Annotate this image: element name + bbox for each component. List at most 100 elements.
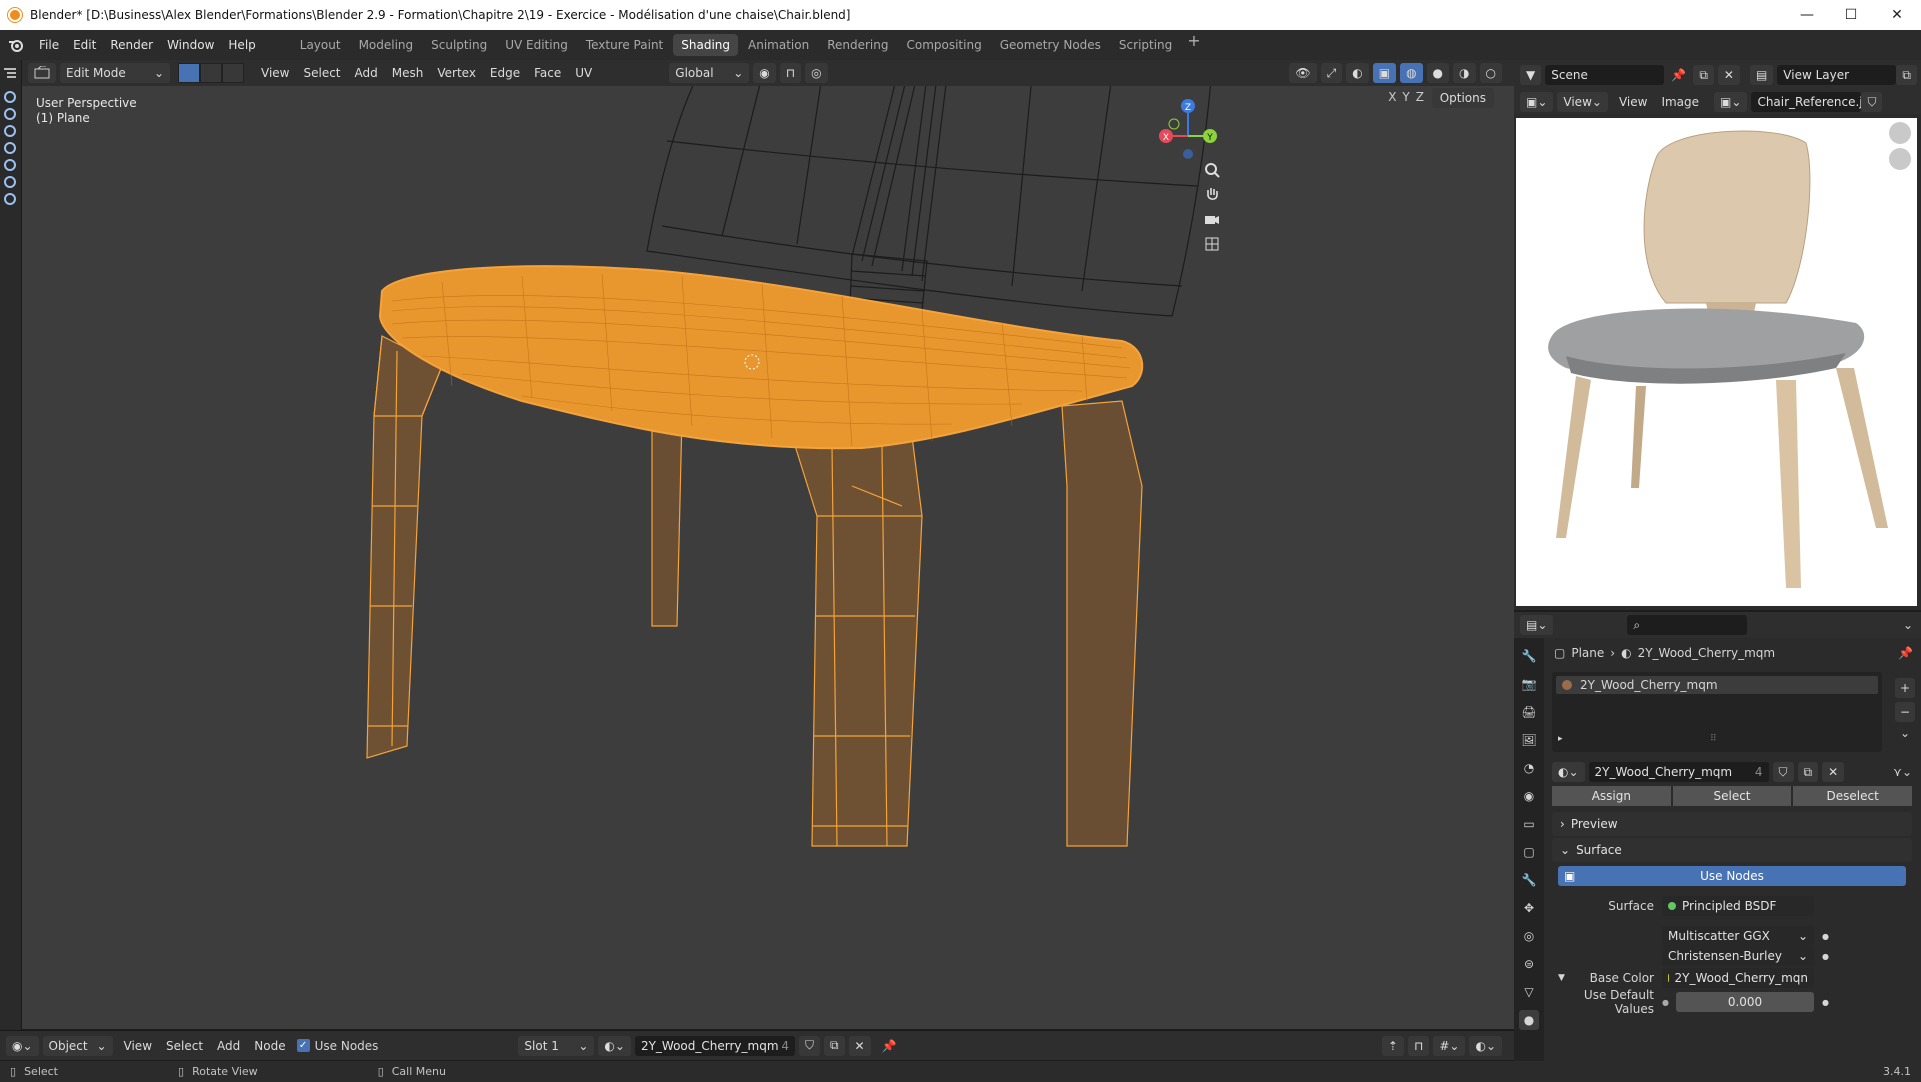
material-browse-icon[interactable]: ◐⌄ [598,1035,631,1056]
pivot-point-button[interactable]: ◉ [753,63,776,83]
fake-user-icon[interactable]: ⛉ [1772,762,1794,782]
menu-edit[interactable]: Edit [66,30,103,60]
camera-toggle-icon[interactable] [3,141,17,155]
perspective-toggle-icon[interactable] [1204,236,1228,260]
render-tab-icon[interactable]: 📷 [1519,674,1539,694]
menu-uv[interactable]: UV [568,66,599,80]
scene-field[interactable]: Scene [1545,65,1665,85]
subsurface-dropdown[interactable]: Christensen-Burley ⌄ [1662,946,1814,966]
preview-panel-header[interactable]: › Preview [1552,812,1912,836]
camera-toggle-icon[interactable] [3,192,17,206]
unlink-material-icon[interactable]: ✕ [848,1035,871,1056]
tab-uv-editing[interactable]: UV Editing [497,34,576,56]
node-link-icon[interactable]: ⋎⌄ [1893,765,1912,779]
material-name-field[interactable]: 2Y_Wood_Cherry_mqm 4 [1588,762,1769,782]
tab-compositing[interactable]: Compositing [898,34,989,56]
menu-render[interactable]: Render [103,30,160,60]
remove-slot-button[interactable]: − [1895,702,1915,722]
new-scene-icon[interactable]: ⧉ [1693,65,1714,85]
chevron-down-icon[interactable]: ⌄ [1895,726,1915,740]
xray-toggle-icon[interactable]: ▣ [1372,63,1397,83]
camera-toggle-icon[interactable] [3,158,17,172]
image-menu-view[interactable]: View [1612,95,1654,109]
editor-type-button[interactable] [28,63,56,83]
visibility-icon[interactable]: 👁 [1289,63,1317,83]
tab-sculpting[interactable]: Sculpting [423,34,495,56]
physics-tab-icon[interactable]: ◎ [1519,926,1539,946]
rendered-shading-icon[interactable]: ○ [1479,63,1502,83]
minimize-button[interactable]: — [1784,0,1830,30]
image-name-field[interactable]: Chair_Reference.jpg [1751,92,1878,112]
base-color-field[interactable]: 2Y_Wood_Cherry_mqn [1662,968,1814,988]
pan-hand-icon[interactable] [1889,148,1911,170]
node-menu-node[interactable]: Node [247,1039,292,1053]
overlay-toggle-icon[interactable]: ◐ [1346,63,1369,83]
camera-toggle-icon[interactable] [3,124,17,138]
menu-face[interactable]: Face [527,66,568,80]
menu-vertex[interactable]: Vertex [430,66,483,80]
face-select-button[interactable] [222,63,244,83]
menu-mesh[interactable]: Mesh [385,66,431,80]
expand-down-icon[interactable]: ▼ [1558,973,1578,983]
node-menu-add[interactable]: Add [210,1039,247,1053]
output-tab-icon[interactable]: 🖨 [1519,702,1539,722]
view-mode-dropdown[interactable]: View ⌄ [1557,92,1608,112]
slot-dropdown[interactable]: Slot 1 ⌄ [518,1035,595,1056]
tool-tab-icon[interactable]: 🔧 [1519,646,1539,666]
node-menu-view[interactable]: View [117,1039,159,1053]
delete-scene-icon[interactable]: ✕ [1717,65,1740,85]
menu-window[interactable]: Window [160,30,221,60]
snap-button[interactable]: ⊓ [779,63,802,83]
node-menu-select[interactable]: Select [159,1039,210,1053]
editor-type-button[interactable]: ◉⌄ [6,1035,39,1056]
menu-help[interactable]: Help [221,30,262,60]
unlink-material-icon[interactable]: ✕ [1822,762,1845,782]
axis-y-toggle[interactable]: Y [1402,90,1409,104]
menu-view[interactable]: View [254,66,296,80]
surface-shader-field[interactable]: Principled BSDF [1662,896,1814,916]
camera-toggle-icon[interactable] [3,175,17,189]
tab-geometry-nodes[interactable]: Geometry Nodes [992,34,1109,56]
zoom-icon[interactable] [1204,162,1228,186]
resize-handle-icon[interactable]: ⠿ [1710,734,1717,744]
mode-dropdown[interactable]: Edit Mode ⌄ [60,63,170,83]
new-view-layer-icon[interactable]: ⧉ [1896,65,1917,85]
close-button[interactable]: ✕ [1874,0,1920,30]
vertex-select-button[interactable] [178,63,200,83]
constraints-tab-icon[interactable]: ⊜ [1519,954,1539,974]
particles-tab-icon[interactable]: ✥ [1519,898,1539,918]
fake-user-icon[interactable]: ⛉ [1861,92,1883,112]
pin-icon[interactable]: 📌 [1664,68,1693,82]
node-material-field[interactable]: 2Y_Wood_Cherry_mqm 4 [634,1035,795,1056]
deselect-button[interactable]: Deselect [1793,786,1913,806]
tab-texture-paint[interactable]: Texture Paint [578,34,671,56]
axis-z-toggle[interactable]: Z [1416,90,1424,104]
data-tab-icon[interactable]: ▽ [1519,982,1539,1002]
material-slot-item[interactable]: 2Y_Wood_Cherry_mqm [1556,676,1878,694]
snap-icon[interactable]: ⊓ [1407,1035,1430,1056]
gizmo-toggle-icon[interactable]: ⤢ [1320,63,1343,83]
pin-icon[interactable]: 📌 [875,1039,904,1053]
tab-layout[interactable]: Layout [292,34,349,56]
scene-browse-icon[interactable]: ▼ [1520,65,1542,85]
menu-select[interactable]: Select [296,66,347,80]
tab-rendering[interactable]: Rendering [819,34,896,56]
editor-type-button[interactable]: ▣⌄ [1520,92,1554,112]
menu-file[interactable]: File [32,30,66,60]
world-tab-icon[interactable]: ◉ [1519,786,1539,806]
parent-node-icon[interactable]: ⇡ [1381,1035,1404,1056]
zoom-icon[interactable] [1889,122,1911,144]
pin-icon[interactable]: 📌 [1898,646,1913,660]
add-slot-button[interactable]: + [1895,678,1915,698]
properties-search-field[interactable]: ⌕ [1627,615,1748,635]
duplicate-material-icon[interactable]: ⧉ [823,1035,845,1056]
proportional-edit-button[interactable]: ◎ [805,63,828,83]
camera-toggle-icon[interactable] [3,90,17,104]
expand-icon[interactable]: ▸ [1558,734,1563,744]
material-browse-icon[interactable]: ◐⌄ [1552,762,1585,782]
edge-select-button[interactable] [200,63,222,83]
orientation-dropdown[interactable]: Global ⌄ [669,63,750,83]
image-menu-image[interactable]: Image [1654,95,1706,109]
maximize-button[interactable]: ☐ [1828,0,1874,30]
editor-type-button[interactable]: ▤⌄ [1520,615,1554,635]
